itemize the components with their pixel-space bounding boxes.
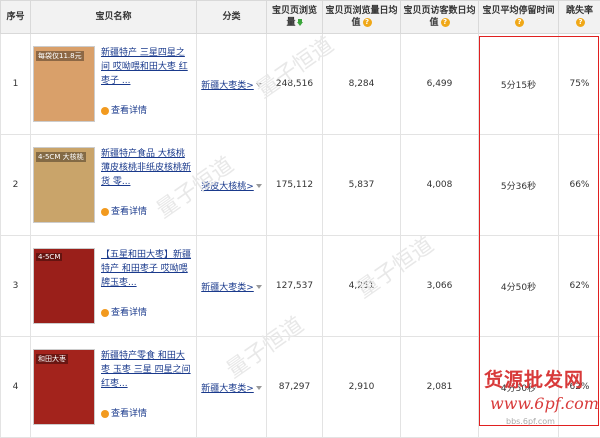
view-details-link[interactable]: 查看详情 [101, 306, 193, 320]
header-pv-total[interactable]: 宝贝页浏览量 [267, 1, 323, 34]
chevron-down-icon[interactable] [256, 184, 262, 188]
category-cell[interactable]: 薄皮大核桃> [197, 135, 267, 236]
help-icon[interactable]: ? [576, 18, 585, 27]
category-link[interactable]: 薄皮大核桃> [201, 182, 254, 192]
uv-daily-cell: 3,066 [401, 236, 479, 337]
pv-total-cell: 127,537 [267, 236, 323, 337]
header-pv-daily: 宝贝页浏览量日均值? [323, 1, 401, 34]
table-row: 1 每袋仅11.8元 新疆特产 三星四星之间 哎呦喂和田大枣 红枣子 ... 查… [1, 34, 600, 135]
brand-url: www.6pf.com [490, 394, 599, 413]
bounce-cell: 62% [559, 236, 600, 337]
item-thumbnail[interactable]: 每袋仅11.8元 [33, 46, 95, 122]
category-cell[interactable]: 新疆大枣类> [197, 337, 267, 438]
item-cell: 4-5CM 【五星和田大枣】新疆特产 和田枣子 哎呦喂牌玉枣... 查看详情 [31, 236, 197, 337]
item-title-link[interactable]: 【五星和田大枣】新疆特产 和田枣子 哎呦喂牌玉枣... [101, 248, 193, 304]
chevron-down-icon[interactable] [256, 285, 262, 289]
pv-daily-cell: 2,910 [323, 337, 401, 438]
table-header-row: 序号 宝贝名称 分类 宝贝页浏览量 宝贝页浏览量日均值? 宝贝页访客数日均值? … [1, 1, 600, 34]
item-thumbnail[interactable]: 4-5CM 大核桃 [33, 147, 95, 223]
item-thumbnail[interactable]: 4-5CM [33, 248, 95, 324]
view-details-link[interactable]: 查看详情 [101, 407, 193, 421]
uv-daily-cell: 4,008 [401, 135, 479, 236]
row-index: 3 [1, 236, 31, 337]
details-icon [101, 107, 109, 115]
pv-total-cell: 175,112 [267, 135, 323, 236]
thumbnail-label: 每袋仅11.8元 [36, 51, 84, 61]
bounce-cell: 66% [559, 135, 600, 236]
brand-logo: 货源批发网 [484, 365, 584, 392]
bounce-cell: 75% [559, 34, 600, 135]
table-row: 3 4-5CM 【五星和田大枣】新疆特产 和田枣子 哎呦喂牌玉枣... 查看详情… [1, 236, 600, 337]
sort-down-icon[interactable] [297, 19, 303, 26]
pv-total-cell: 87,297 [267, 337, 323, 438]
view-details-link[interactable]: 查看详情 [101, 205, 193, 219]
row-index: 1 [1, 34, 31, 135]
row-index: 2 [1, 135, 31, 236]
item-title-link[interactable]: 新疆特产 三星四星之间 哎呦喂和田大枣 红枣子 ... [101, 46, 193, 102]
item-cell: 4-5CM 大核桃 新疆特产食品 大核桃 薄皮核桃非纸皮核桃新货 零... 查看… [31, 135, 197, 236]
item-title-link[interactable]: 新疆特产食品 大核桃 薄皮核桃非纸皮核桃新货 零... [101, 147, 193, 203]
pv-total-cell: 248,516 [267, 34, 323, 135]
uv-daily-cell: 6,499 [401, 34, 479, 135]
item-thumbnail[interactable]: 和田大枣 [33, 349, 95, 425]
help-icon[interactable]: ? [363, 18, 372, 27]
item-cell: 每袋仅11.8元 新疆特产 三星四星之间 哎呦喂和田大枣 红枣子 ... 查看详… [31, 34, 197, 135]
header-avg-stay: 宝贝平均停留时间? [479, 1, 559, 34]
avg-stay-cell: 5分36秒 [479, 135, 559, 236]
category-link[interactable]: 新疆大枣类> [201, 283, 254, 293]
help-icon[interactable]: ? [515, 18, 524, 27]
table-row: 2 4-5CM 大核桃 新疆特产食品 大核桃 薄皮核桃非纸皮核桃新货 零... … [1, 135, 600, 236]
thumbnail-label: 和田大枣 [36, 354, 68, 364]
details-icon [101, 309, 109, 317]
header-index: 序号 [1, 1, 31, 34]
chevron-down-icon[interactable] [256, 83, 262, 87]
view-details-link[interactable]: 查看详情 [101, 104, 193, 118]
header-category: 分类 [197, 1, 267, 34]
thumbnail-label: 4-5CM 大核桃 [36, 152, 86, 162]
pv-daily-cell: 4,251 [323, 236, 401, 337]
uv-daily-cell: 2,081 [401, 337, 479, 438]
brand-forum-url: bbs.6pf.com [506, 417, 555, 426]
category-link[interactable]: 新疆大枣类> [201, 384, 254, 394]
item-cell: 和田大枣 新疆特产零食 和田大枣 玉枣 三星 四星之间 红枣... 查看详情 [31, 337, 197, 438]
details-icon [101, 208, 109, 216]
item-title-link[interactable]: 新疆特产零食 和田大枣 玉枣 三星 四星之间 红枣... [101, 349, 193, 405]
category-link[interactable]: 新疆大枣类> [201, 81, 254, 91]
thumbnail-label: 4-5CM [36, 253, 62, 261]
chevron-down-icon[interactable] [256, 386, 262, 390]
header-item-name: 宝贝名称 [31, 1, 197, 34]
category-cell[interactable]: 新疆大枣类> [197, 34, 267, 135]
avg-stay-cell: 4分50秒 [479, 236, 559, 337]
pv-daily-cell: 5,837 [323, 135, 401, 236]
help-icon[interactable]: ? [441, 18, 450, 27]
header-bounce: 跳失率? [559, 1, 600, 34]
avg-stay-cell: 5分15秒 [479, 34, 559, 135]
header-uv-daily: 宝贝页访客数日均值? [401, 1, 479, 34]
category-cell[interactable]: 新疆大枣类> [197, 236, 267, 337]
details-icon [101, 410, 109, 418]
pv-daily-cell: 8,284 [323, 34, 401, 135]
row-index: 4 [1, 337, 31, 438]
